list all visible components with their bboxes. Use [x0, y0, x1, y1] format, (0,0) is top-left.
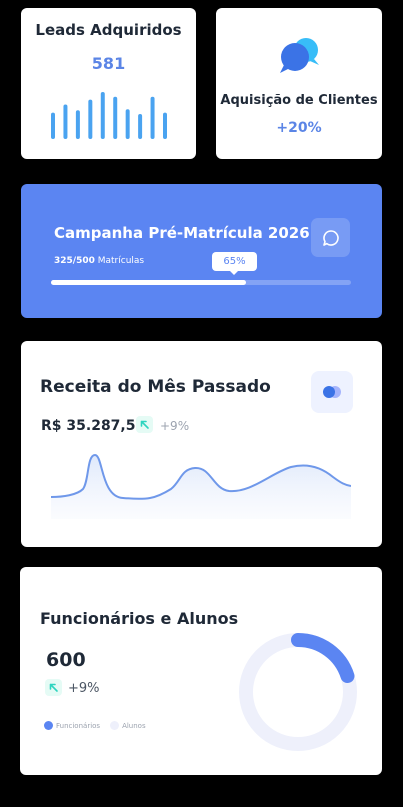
- leads-bar-chart: [51, 91, 167, 139]
- leads-bar: [113, 96, 118, 139]
- campaign-progress-count: 325/500: [54, 256, 95, 266]
- arrow-up-left-icon: [49, 683, 58, 692]
- leads-value: 581: [91, 54, 126, 73]
- revenue-title: Receita do Mês Passado: [40, 377, 271, 397]
- staff-title: Funcionários e Alunos: [40, 609, 239, 628]
- leads-card: Leads Adquiridos 581: [21, 8, 196, 159]
- campaign-message-button[interactable]: [311, 218, 350, 257]
- arrow-up-left-icon: [140, 420, 149, 429]
- leads-bar: [150, 96, 155, 139]
- leads-bar: [138, 114, 143, 139]
- toggle-icon: [323, 386, 341, 398]
- acquisition-card: Aquisição de Clientes +20%: [216, 8, 382, 159]
- leads-bar: [88, 99, 93, 139]
- staff-trend-badge: [45, 679, 62, 696]
- leads-bar: [75, 110, 80, 139]
- revenue-change: +9%: [160, 419, 190, 433]
- staff-change: +9%: [68, 681, 100, 696]
- campaign-progress-label: Matrículas: [97, 256, 145, 266]
- campaign-card: Campanha Pré-Matrícula 2026 325/500 Matr…: [21, 184, 382, 318]
- acquisition-title: Aquisição de Clientes: [220, 93, 378, 108]
- legend-label-alunos: Alunos: [122, 721, 146, 730]
- acquisition-change: +20%: [276, 120, 322, 136]
- revenue-trend-badge: [136, 416, 153, 433]
- legend-label-funcionarios: Funcionários: [56, 721, 101, 730]
- leads-bar: [63, 104, 68, 139]
- staff-legend: Funcionários Alunos: [44, 721, 146, 730]
- leads-title: Leads Adquiridos: [35, 21, 182, 39]
- staff-students-card: Funcionários e Alunos 600 +9% Funcionári…: [20, 567, 382, 775]
- leads-bar: [51, 112, 55, 139]
- campaign-progress-percent: 65%: [212, 252, 257, 275]
- chat-bubbles-icon: [280, 38, 319, 73]
- revenue-value: R$ 35.287,50: [41, 418, 146, 434]
- revenue-card: Receita do Mês Passado R$ 35.287,50 +9%: [21, 341, 382, 547]
- leads-bar: [100, 91, 105, 139]
- campaign-progress-fill: [51, 280, 246, 285]
- campaign-title: Campanha Pré-Matrícula 2026: [54, 224, 310, 242]
- leads-bar: [125, 109, 130, 139]
- message-icon: [322, 229, 339, 246]
- campaign-progress-track: [51, 280, 351, 285]
- legend-item-funcionarios: Funcionários: [44, 721, 100, 730]
- revenue-line-chart: [51, 453, 351, 519]
- leads-bar: [163, 112, 167, 139]
- staff-donut-chart: [239, 633, 357, 751]
- staff-value: 600: [46, 649, 86, 671]
- legend-item-alunos: Alunos: [110, 721, 146, 730]
- revenue-toggle-button[interactable]: [311, 371, 353, 413]
- legend-dot-funcionarios: [44, 721, 53, 730]
- legend-dot-alunos: [110, 721, 120, 730]
- campaign-progress-text: 325/500 Matrículas: [54, 256, 144, 266]
